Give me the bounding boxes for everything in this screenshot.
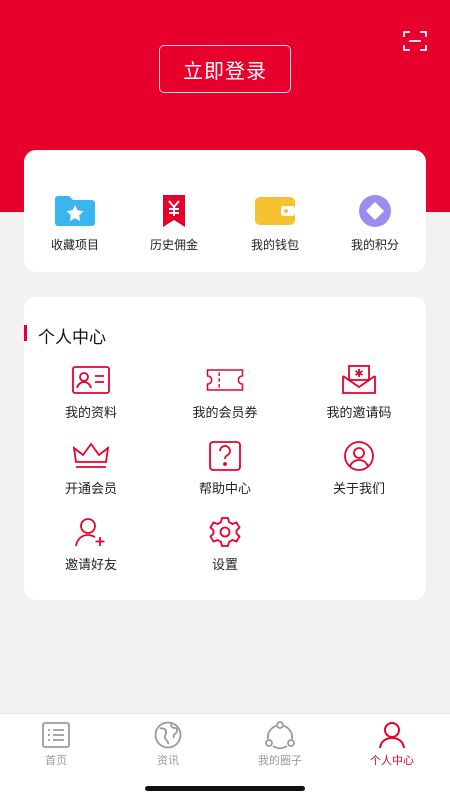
menu-item-label: 我的会员券 — [192, 405, 258, 420]
menu-item-invite-friends[interactable]: 邀请好友 — [24, 516, 158, 573]
quick-item-favorites[interactable]: 收藏项目 — [25, 194, 125, 253]
section-title: 个人中心 — [38, 328, 106, 347]
tab-label: 资讯 — [157, 755, 179, 767]
menu-item-label: 设置 — [211, 557, 238, 572]
menu-item-settings[interactable]: 设置 — [158, 516, 292, 573]
home-list-icon — [41, 720, 71, 750]
profile-card-icon — [71, 364, 111, 396]
quick-item-label: 历史佣金 — [149, 238, 198, 252]
menu-item-label: 关于我们 — [332, 481, 385, 496]
menu-item-help[interactable]: 帮助中心 — [158, 440, 292, 497]
menu-item-about[interactable]: 关于我们 — [292, 440, 426, 497]
home-indicator — [145, 786, 305, 791]
quick-item-label: 我的积分 — [350, 238, 399, 252]
personal-center-card: 个人中心 我的资料 我的会员券 我的邀请码 开通会员 帮助中心 关于我们 邀请好… — [24, 297, 426, 600]
menu-item-label: 我的邀请码 — [326, 405, 392, 420]
tab-personal-center[interactable]: 个人中心 — [336, 720, 448, 768]
quick-item-commission[interactable]: 历史佣金 — [124, 194, 224, 253]
tab-label: 首页 — [45, 755, 67, 767]
menu-item-label: 开通会员 — [64, 481, 117, 496]
crown-icon — [71, 440, 111, 472]
quick-item-label: 收藏项目 — [50, 238, 99, 252]
tab-news[interactable]: 资讯 — [112, 720, 224, 768]
tab-my-circle[interactable]: 我的圈子 — [224, 720, 336, 768]
menu-item-invite-code[interactable]: 我的邀请码 — [292, 364, 426, 421]
section-marker — [24, 325, 27, 341]
menu-item-label: 我的资料 — [64, 405, 117, 420]
invite-code-icon — [339, 364, 379, 396]
menu-item-label: 帮助中心 — [198, 481, 251, 496]
points-diamond-icon — [353, 194, 397, 228]
menu-item-label: 邀请好友 — [64, 557, 117, 572]
coupon-icon — [205, 364, 245, 396]
quick-item-points[interactable]: 我的积分 — [325, 194, 425, 253]
about-user-icon — [339, 440, 379, 472]
login-button[interactable]: 立即登录 — [159, 45, 291, 93]
tab-label: 个人中心 — [370, 755, 414, 767]
tab-home[interactable]: 首页 — [0, 720, 112, 768]
scan-icon[interactable] — [403, 30, 427, 52]
folder-star-icon — [53, 194, 97, 228]
add-friend-icon — [71, 516, 111, 548]
menu-item-coupon[interactable]: 我的会员券 — [158, 364, 292, 421]
menu-item-profile[interactable]: 我的资料 — [24, 364, 158, 421]
menu-item-membership[interactable]: 开通会员 — [24, 440, 158, 497]
circle-share-icon — [265, 720, 295, 750]
wallet-icon — [253, 194, 297, 228]
quick-item-label: 我的钱包 — [250, 238, 299, 252]
quick-access-card: 收藏项目 历史佣金 我的钱包 我的积分 — [24, 150, 426, 272]
help-icon — [205, 440, 245, 472]
globe-icon — [153, 720, 183, 750]
settings-gear-icon — [205, 516, 245, 548]
yuan-bookmark-icon — [152, 194, 196, 228]
person-icon — [377, 720, 407, 750]
tab-label: 我的圈子 — [258, 755, 302, 767]
quick-item-wallet[interactable]: 我的钱包 — [225, 194, 325, 253]
